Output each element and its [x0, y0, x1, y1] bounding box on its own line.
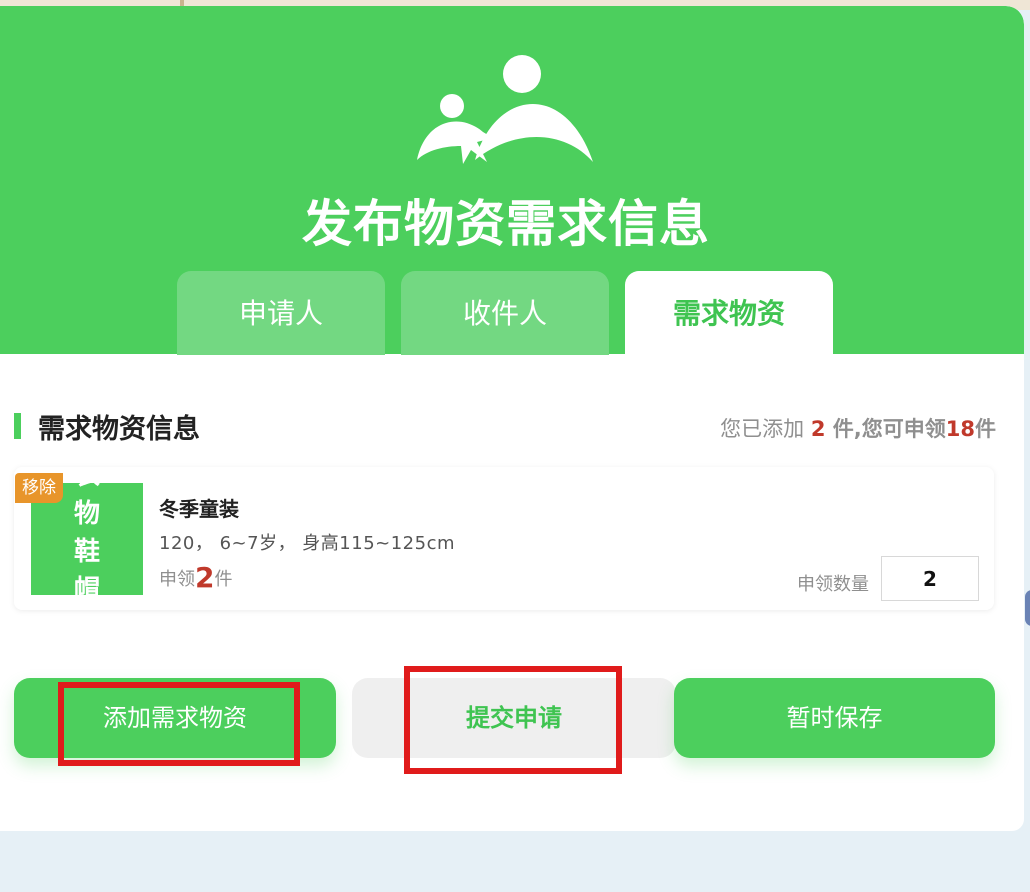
- form-card: 发布物资需求信息 申请人 收件人 需求物资 需求物资信息 您已添加 2 件,您可…: [0, 6, 1024, 831]
- claim-prefix: 申领: [159, 569, 195, 590]
- added-summary: 您已添加 2 件,您可申领18件: [720, 413, 996, 443]
- section-title: 需求物资信息: [38, 414, 200, 445]
- tab-recipient[interactable]: 收件人: [401, 271, 609, 355]
- page-title: 发布物资需求信息: [302, 195, 710, 253]
- summary-suffix: 件: [975, 417, 996, 441]
- added-count: 2: [810, 417, 826, 441]
- item-claim-count: 申领2件: [159, 561, 232, 594]
- section-header: 需求物资信息 您已添加 2 件,您可申领18件: [14, 405, 1004, 445]
- section-accent-bar: [14, 413, 21, 439]
- summary-prefix: 您已添加: [720, 417, 811, 441]
- thumb-char: 鞋: [73, 537, 100, 567]
- side-scroll-indicator: [1025, 590, 1030, 626]
- hero-header: 发布物资需求信息 申请人 收件人 需求物资: [0, 6, 1024, 355]
- quantity-label: 申领数量: [797, 574, 869, 595]
- tab-required-supplies[interactable]: 需求物资: [625, 271, 833, 355]
- tab-applicant[interactable]: 申请人: [177, 271, 385, 355]
- quantity-input[interactable]: [881, 556, 979, 601]
- supply-item-card: 衣 物 鞋 帽 移除 冬季童装 120， 6~7岁， 身高115~125cm 申…: [14, 467, 994, 610]
- claimable-count: 18: [945, 417, 975, 441]
- thumb-char: 帽: [73, 575, 100, 595]
- submit-application-button[interactable]: 提交申请: [352, 678, 676, 758]
- people-logo-icon: [417, 55, 593, 164]
- summary-middle: 件,您可申领: [825, 417, 946, 441]
- claim-count: 2: [195, 561, 215, 594]
- item-name: 冬季童装: [159, 497, 239, 521]
- item-spec: 120， 6~7岁， 身高115~125cm: [159, 533, 456, 554]
- add-supplies-button[interactable]: 添加需求物资: [14, 678, 336, 758]
- save-draft-button[interactable]: 暂时保存: [674, 678, 995, 758]
- remove-item-button[interactable]: 移除: [15, 473, 63, 503]
- claim-suffix: 件: [214, 569, 233, 590]
